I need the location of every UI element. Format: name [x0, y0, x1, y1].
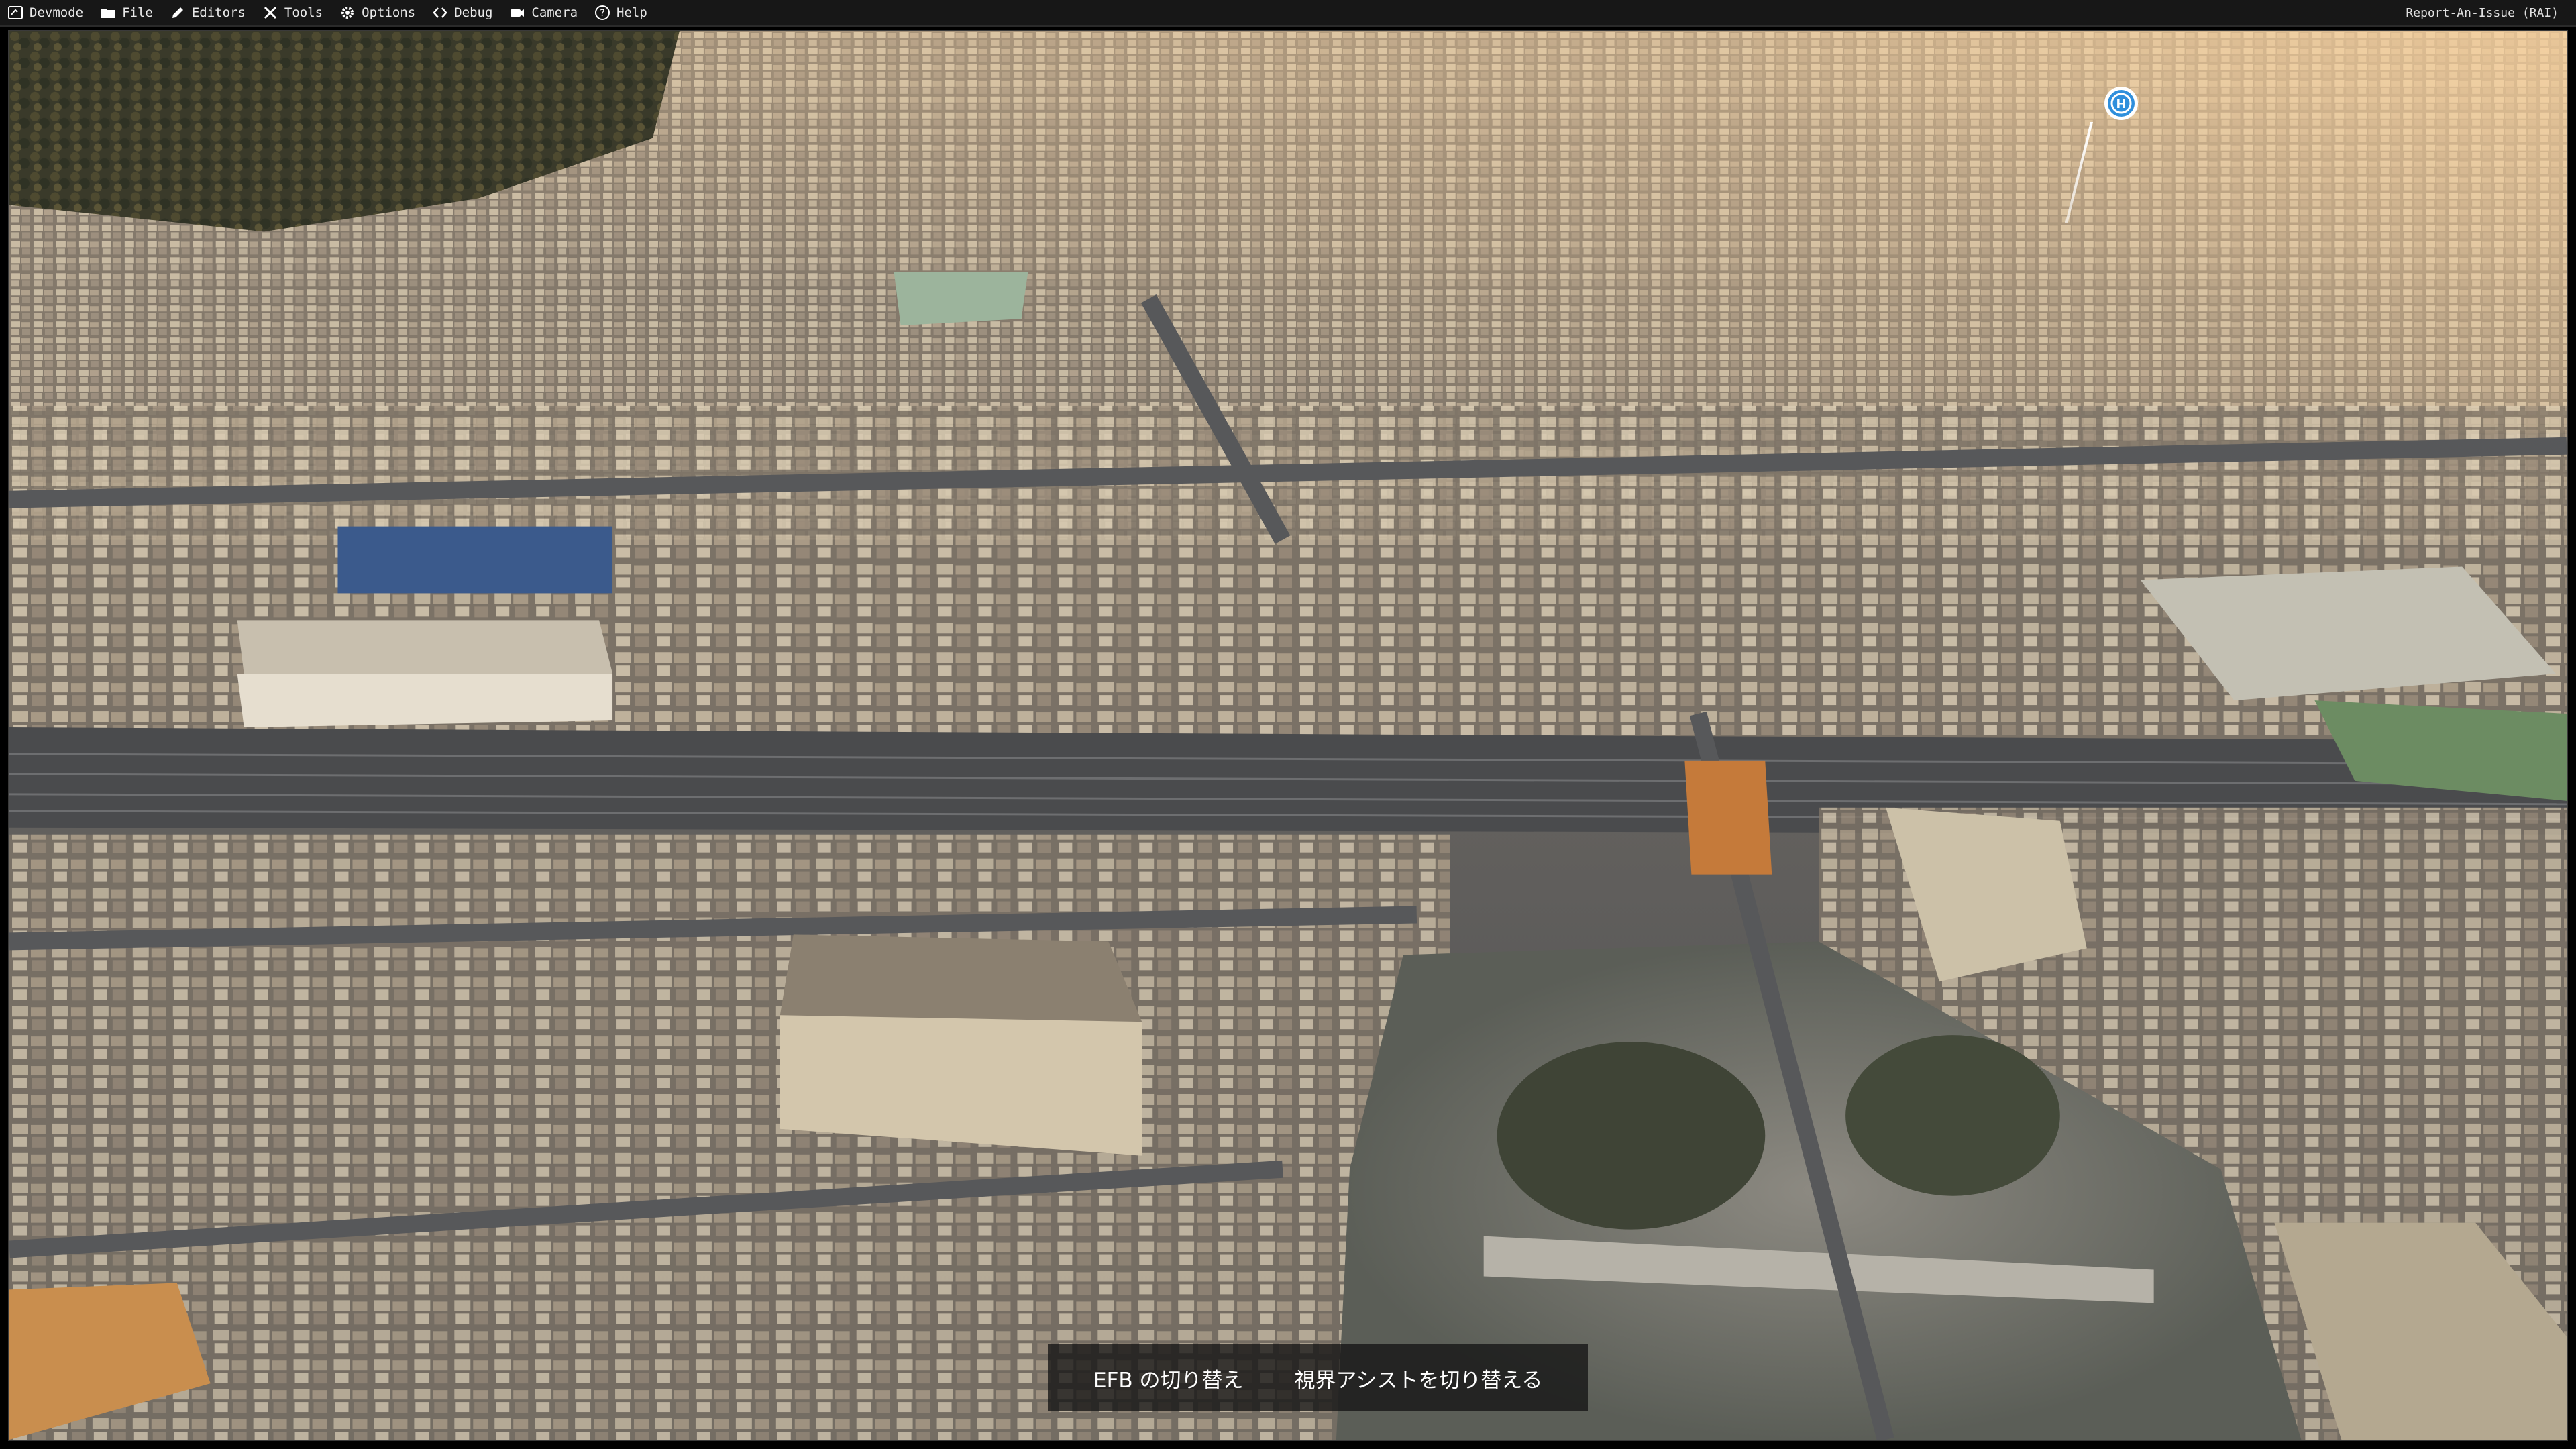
devmode-icon — [7, 4, 24, 21]
menu-debug-label: Debug — [454, 5, 493, 20]
folder-icon — [99, 4, 117, 21]
help-icon: ? — [594, 4, 611, 21]
menu-camera[interactable]: Camera — [502, 0, 587, 26]
toggle-efb-hint[interactable]: EFB の切り替え — [1068, 1363, 1269, 1393]
menu-help[interactable]: ? Help — [587, 0, 657, 26]
dev-menubar: Devmode File Editors Tools Options Debug — [0, 0, 2576, 27]
menu-camera-label: Camera — [531, 5, 578, 20]
menu-debug[interactable]: Debug — [425, 0, 502, 26]
city-scenery-render — [9, 31, 2567, 1440]
tools-icon — [262, 4, 279, 21]
menu-help-label: Help — [616, 5, 647, 20]
menu-devmode[interactable]: Devmode — [0, 0, 93, 26]
menu-options[interactable]: Options — [332, 0, 425, 26]
menu-tools[interactable]: Tools — [255, 0, 332, 26]
3d-viewport[interactable]: H — [8, 30, 2568, 1441]
poi-marker-letter: H — [2116, 97, 2126, 111]
camera-icon — [508, 4, 526, 21]
report-an-issue-button[interactable]: Report-An-Issue (RAI) — [2406, 6, 2576, 20]
menu-file-label: File — [122, 5, 153, 20]
toggle-visual-assist-hint[interactable]: 視界アシストを切り替える — [1269, 1363, 1568, 1393]
code-brackets-icon — [431, 4, 449, 21]
poi-marker-icon[interactable]: H — [2102, 85, 2140, 122]
menu-editors-label: Editors — [191, 5, 246, 20]
menu-options-label: Options — [362, 5, 416, 20]
menu-tools-label: Tools — [284, 5, 323, 20]
svg-text:?: ? — [600, 8, 604, 19]
controls-hint-bar: EFB の切り替え 視界アシストを切り替える — [1048, 1344, 1589, 1411]
menu-devmode-label: Devmode — [30, 5, 84, 20]
menu-editors[interactable]: Editors — [162, 0, 255, 26]
pencil-icon — [169, 4, 186, 21]
menu-file[interactable]: File — [93, 0, 162, 26]
gear-icon — [339, 4, 356, 21]
